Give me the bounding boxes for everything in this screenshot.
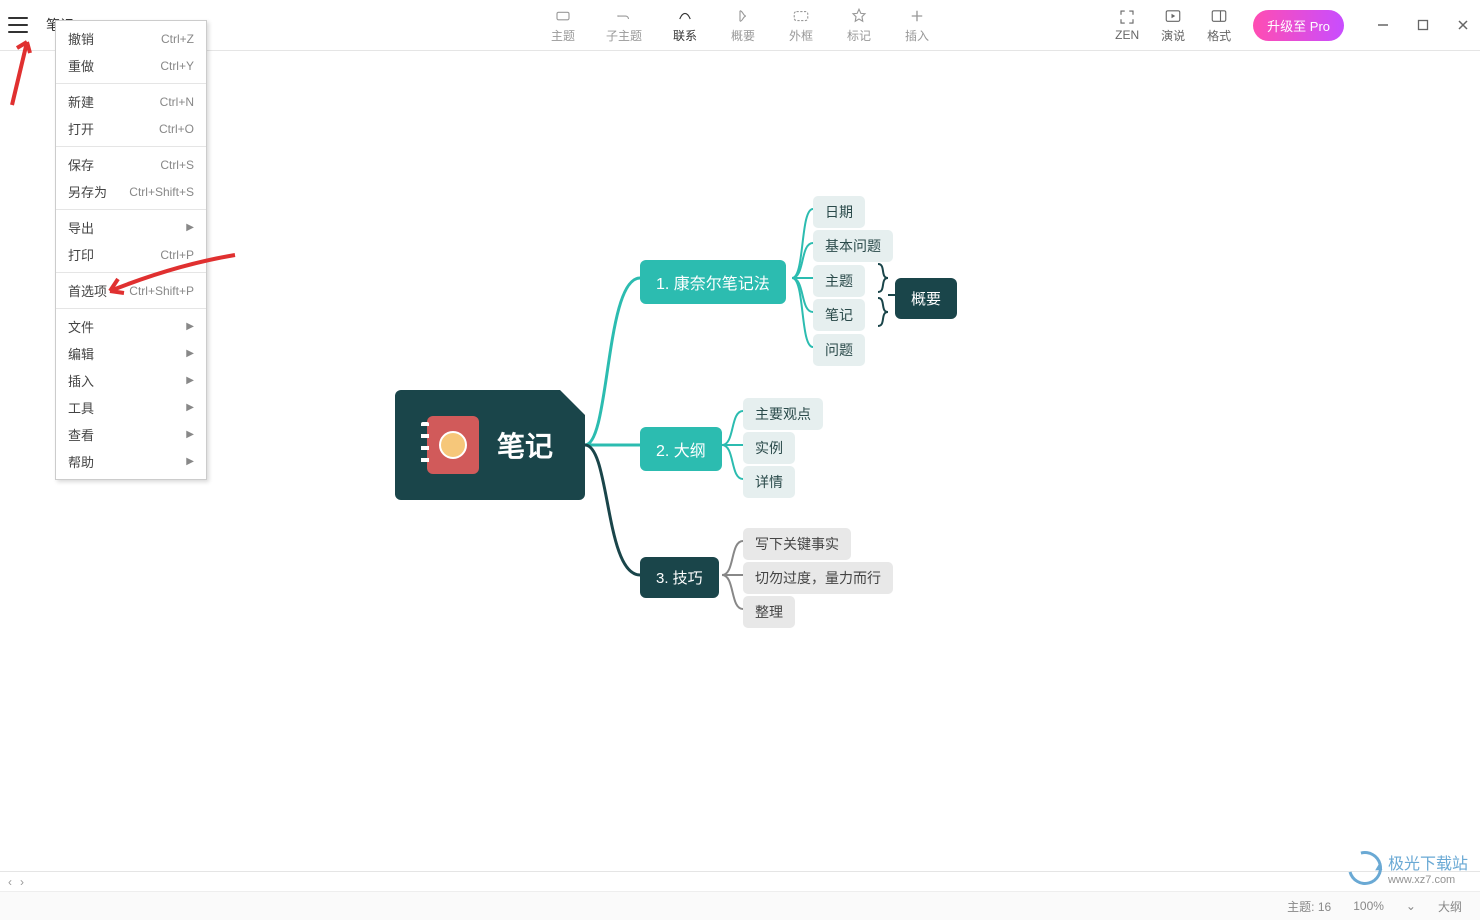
summary-node[interactable]: 概要 [895, 278, 957, 319]
menu-edit[interactable]: 编辑▶ [56, 340, 206, 367]
rectangle-icon [554, 7, 572, 25]
subtopic-button[interactable]: 子主题 [606, 7, 642, 44]
leaf-node[interactable]: 切勿过度，量力而行 [743, 562, 893, 594]
menu-redo[interactable]: 重做Ctrl+Y [56, 52, 206, 79]
leaf-node[interactable]: 整理 [743, 596, 795, 628]
menu-save[interactable]: 保存Ctrl+S [56, 151, 206, 178]
menu-view[interactable]: 查看▶ [56, 421, 206, 448]
summary-icon [734, 7, 752, 25]
upgrade-button[interactable]: 升级至 Pro [1253, 10, 1344, 41]
sheet-prev[interactable]: ‹ [8, 875, 12, 889]
menu-print[interactable]: 打印Ctrl+P [56, 241, 206, 268]
relationship-button[interactable]: 联系 [670, 7, 700, 44]
format-button[interactable]: 格式 [1207, 7, 1231, 44]
panel-icon [1210, 7, 1228, 25]
outline-toggle[interactable]: 大纲 [1438, 898, 1462, 915]
leaf-node[interactable]: 实例 [743, 432, 795, 464]
leaf-node[interactable]: 主要观点 [743, 398, 823, 430]
notebook-icon [427, 416, 479, 474]
status-bar: 主题: 16 100% ⌄ 大纲 [0, 891, 1480, 920]
mindmap-canvas[interactable]: 笔记 1. 康奈尔笔记法 日期 基本问题 主题 笔记 问题 概要 2. 大纲 主… [0, 50, 1480, 870]
star-icon [850, 7, 868, 25]
leaf-node[interactable]: 主题 [813, 265, 865, 297]
watermark: 极光下载站 www.xz7.com [1348, 850, 1468, 886]
marker-button[interactable]: 标记 [844, 7, 874, 44]
hamburger-menu-button[interactable] [8, 17, 28, 33]
subtopic-icon [615, 7, 633, 25]
menu-undo[interactable]: 撤销Ctrl+Z [56, 25, 206, 52]
presentation-button[interactable]: 演说 [1161, 7, 1185, 44]
leaf-node[interactable]: 详情 [743, 466, 795, 498]
menu-export[interactable]: 导出▶ [56, 214, 206, 241]
menu-new[interactable]: 新建Ctrl+N [56, 88, 206, 115]
main-menu-dropdown: 撤销Ctrl+Z 重做Ctrl+Y 新建Ctrl+N 打开Ctrl+O 保存Ct… [55, 20, 207, 480]
leaf-node[interactable]: 笔记 [813, 299, 865, 331]
sheet-tabs: ‹ › [0, 871, 1480, 892]
topic-button[interactable]: 主题 [548, 7, 578, 44]
menu-insert[interactable]: 插入▶ [56, 367, 206, 394]
menu-file[interactable]: 文件▶ [56, 313, 206, 340]
boundary-button[interactable]: 外框 [786, 7, 816, 44]
fullscreen-icon [1118, 8, 1136, 26]
plus-icon [908, 7, 926, 25]
relationship-icon [676, 7, 694, 25]
leaf-node[interactable]: 日期 [813, 196, 865, 228]
root-node[interactable]: 笔记 [395, 390, 585, 500]
menu-saveas[interactable]: 另存为Ctrl+Shift+S [56, 178, 206, 205]
toolbar-right: ZEN 演说 格式 升级至 Pro [1115, 7, 1470, 44]
connectors [0, 50, 1480, 870]
zoom-level[interactable]: 100% [1353, 899, 1384, 913]
branch-node-2[interactable]: 2. 大纲 [640, 427, 722, 471]
menu-tools[interactable]: 工具▶ [56, 394, 206, 421]
watermark-icon [1342, 845, 1388, 891]
leaf-node[interactable]: 写下关键事实 [743, 528, 851, 560]
toolbar-center: 主题 子主题 联系 概要 外框 标记 插入 [548, 7, 932, 44]
play-icon [1164, 7, 1182, 25]
sheet-next[interactable]: › [20, 875, 24, 889]
close-button[interactable] [1456, 18, 1470, 32]
toolbar: 笔记 主题 子主题 联系 概要 外框 标记 插入 ZEN 演说 格式 升级至 P… [0, 0, 1480, 51]
maximize-button[interactable] [1416, 18, 1430, 32]
minimize-button[interactable] [1376, 18, 1390, 32]
branch-node-3[interactable]: 3. 技巧 [640, 557, 719, 598]
insert-button[interactable]: 插入 [902, 7, 932, 44]
window-controls [1376, 18, 1470, 32]
summary-button[interactable]: 概要 [728, 7, 758, 44]
menu-help[interactable]: 帮助▶ [56, 448, 206, 475]
leaf-node[interactable]: 问题 [813, 334, 865, 366]
menu-preferences[interactable]: 首选项Ctrl+Shift+P [56, 277, 206, 304]
topic-count: 主题: 16 [1287, 898, 1331, 915]
zoom-dropdown-icon[interactable]: ⌄ [1406, 899, 1416, 913]
leaf-node[interactable]: 基本问题 [813, 230, 893, 262]
boundary-icon [792, 7, 810, 25]
menu-open[interactable]: 打开Ctrl+O [56, 115, 206, 142]
branch-node-1[interactable]: 1. 康奈尔笔记法 [640, 260, 786, 304]
zen-button[interactable]: ZEN [1115, 8, 1139, 42]
